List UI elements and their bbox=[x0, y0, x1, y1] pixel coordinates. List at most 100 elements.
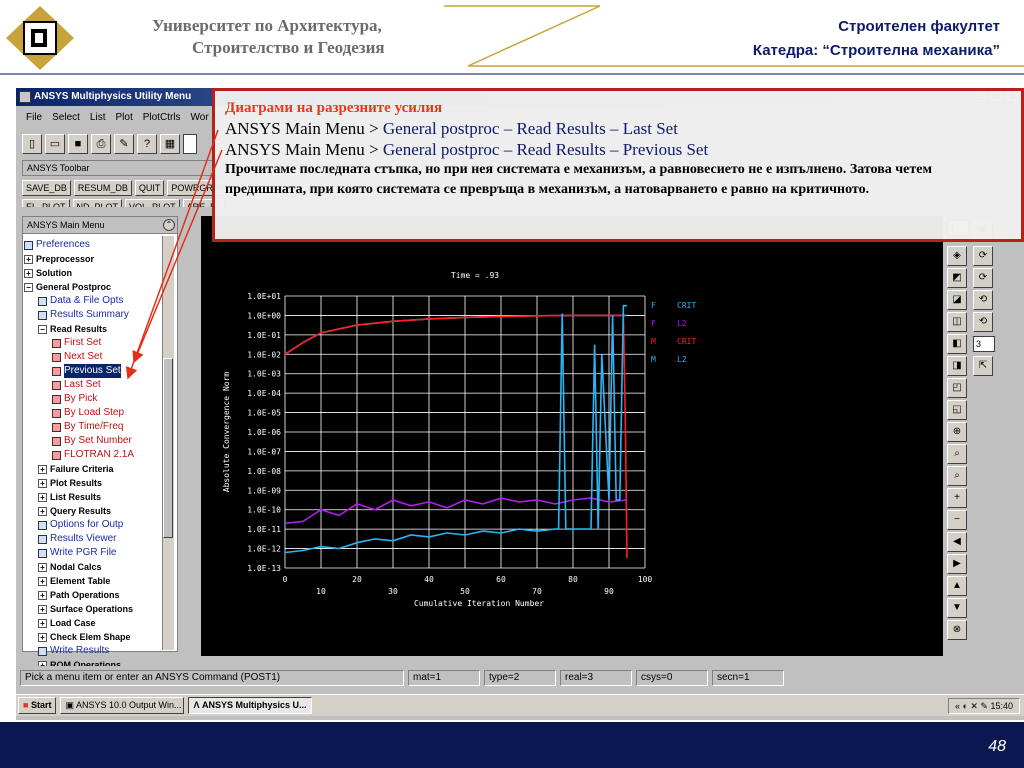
expand-icon[interactable]: + bbox=[38, 618, 47, 628]
pan-down-icon[interactable]: ▼ bbox=[947, 598, 967, 618]
expand-icon[interactable]: + bbox=[38, 632, 47, 642]
open-folder-icon[interactable]: ▭ bbox=[45, 134, 65, 154]
task-output-window[interactable]: ▣ ANSYS 10.0 Output Win... bbox=[60, 697, 185, 714]
print-icon[interactable]: ⎙ bbox=[91, 134, 111, 154]
main-menu-item[interactable]: Options for Outp bbox=[24, 518, 162, 532]
zoom-out-icon[interactable]: − bbox=[947, 510, 967, 530]
main-menu-item[interactable]: FLOTRAN 2.1A bbox=[24, 448, 162, 462]
main-menu-item[interactable]: + Check Elem Shape bbox=[24, 630, 162, 644]
standard-toolbar: ▯ ▭ ■ ⎙ ✎ ? ▦ bbox=[22, 134, 197, 156]
right-view-icon[interactable]: ◨ bbox=[947, 356, 967, 376]
collapse-tree-icon[interactable]: − bbox=[24, 282, 33, 292]
main-menu-item[interactable]: + Nodal Calcs bbox=[24, 560, 162, 574]
menu-workplane[interactable]: Wor bbox=[191, 112, 209, 128]
main-menu-item[interactable]: + Element Table bbox=[24, 574, 162, 588]
main-menu-item[interactable]: By Time/Freq bbox=[24, 420, 162, 434]
main-menu-item[interactable]: By Pick bbox=[24, 392, 162, 406]
graphics-window[interactable]: 1.0E+01 1.0E+00 1.0E-01 1.0E-02 1.0E-03 1.0E-… bbox=[201, 216, 943, 656]
box-zoom-icon[interactable]: ⌕ bbox=[947, 444, 967, 464]
main-menu-item[interactable]: − General Postproc bbox=[24, 280, 162, 294]
rate-select[interactable]: 3 bbox=[973, 336, 995, 352]
menu-select[interactable]: Select bbox=[52, 112, 80, 128]
menu-plot[interactable]: Plot bbox=[115, 112, 132, 128]
quit-button[interactable]: QUIT bbox=[134, 180, 165, 196]
oblique-view-icon[interactable]: ◱ bbox=[947, 400, 967, 420]
nd-plot-button[interactable]: ND_PLOT bbox=[72, 199, 123, 207]
resume-db-button[interactable]: RESUM_DB bbox=[73, 180, 132, 196]
expand-icon[interactable]: + bbox=[38, 604, 47, 614]
main-menu-item[interactable]: Last Set bbox=[24, 378, 162, 392]
pan-up-icon[interactable]: ▲ bbox=[947, 576, 967, 596]
main-menu-item[interactable]: + Query Results bbox=[24, 504, 162, 518]
main-menu-item[interactable]: Write PGR File bbox=[24, 546, 162, 560]
main-menu-item[interactable]: Data & File Opts bbox=[24, 294, 162, 308]
main-menu-item[interactable]: + Solution bbox=[24, 266, 162, 280]
expand-icon[interactable]: + bbox=[38, 590, 47, 600]
expand-icon[interactable]: + bbox=[38, 576, 47, 586]
rotate-y-icon[interactable]: ⟳ bbox=[973, 268, 993, 288]
main-menu-item[interactable]: + Preprocessor bbox=[24, 252, 162, 266]
iso-view-icon[interactable]: ◈ bbox=[947, 246, 967, 266]
menu-file[interactable]: File bbox=[26, 112, 42, 128]
expand-icon[interactable]: + bbox=[38, 478, 47, 488]
main-menu-item[interactable]: − Read Results bbox=[24, 322, 162, 336]
rotate-neg-icon[interactable]: ⟲ bbox=[973, 312, 993, 332]
task-utility-menu[interactable]: Λ ANSYS Multiphysics U... bbox=[188, 697, 313, 714]
slide-footer: 48 bbox=[0, 722, 1024, 768]
main-menu-item[interactable]: By Load Step bbox=[24, 406, 162, 420]
top-view-icon[interactable]: ◪ bbox=[947, 290, 967, 310]
main-menu-item[interactable]: + Failure Criteria bbox=[24, 462, 162, 476]
bottom-view-icon[interactable]: ◰ bbox=[947, 378, 967, 398]
main-menu-item[interactable]: Results Viewer bbox=[24, 532, 162, 546]
save-icon[interactable]: ■ bbox=[68, 134, 88, 154]
zoom-icon[interactable]: ⊕ bbox=[947, 422, 967, 442]
front-view-icon[interactable]: ◩ bbox=[947, 268, 967, 288]
reset-view-icon[interactable]: ⊗ bbox=[947, 620, 967, 640]
command-prompt[interactable]: Pick a menu item or enter an ANSYS Comma… bbox=[20, 670, 404, 686]
zoom-in-icon[interactable]: + bbox=[947, 488, 967, 508]
main-menu-item[interactable]: Previous Set bbox=[24, 364, 162, 378]
menu-list[interactable]: List bbox=[90, 112, 106, 128]
el-plot-button[interactable]: EL_PLOT bbox=[22, 199, 70, 207]
main-menu-item[interactable]: + Plot Results bbox=[24, 476, 162, 490]
main-menu-item[interactable]: + Surface Operations bbox=[24, 602, 162, 616]
expand-icon[interactable]: + bbox=[24, 268, 33, 278]
expand-icon[interactable]: + bbox=[38, 562, 47, 572]
rotate-x-icon[interactable]: ⟳ bbox=[973, 246, 993, 266]
pan-left-icon[interactable]: ◀ bbox=[947, 532, 967, 552]
new-file-icon[interactable]: ▯ bbox=[22, 134, 42, 154]
command-icon[interactable]: ▦ bbox=[160, 134, 180, 154]
left-view-icon[interactable]: ◧ bbox=[947, 334, 967, 354]
dynamic-mode-icon[interactable]: ⇱ bbox=[973, 356, 993, 376]
main-menu-item[interactable]: + Load Case bbox=[24, 616, 162, 630]
main-menu-item[interactable]: Write Results bbox=[24, 644, 162, 658]
save-db-button[interactable]: SAVE_DB bbox=[22, 180, 71, 196]
vol-plot-button[interactable]: VOL_PLOT bbox=[125, 199, 180, 207]
expand-icon[interactable]: + bbox=[38, 464, 47, 474]
back-view-icon[interactable]: ◫ bbox=[947, 312, 967, 332]
command-input[interactable] bbox=[183, 134, 197, 154]
main-menu-item[interactable]: Results Summary bbox=[24, 308, 162, 322]
main-menu-item-label: List Results bbox=[50, 492, 102, 502]
report-icon[interactable]: ✎ bbox=[114, 134, 134, 154]
collapse-tree-icon[interactable]: − bbox=[38, 324, 47, 334]
main-menu-item[interactable]: First Set bbox=[24, 336, 162, 350]
main-menu-item[interactable]: + Path Operations bbox=[24, 588, 162, 602]
help-icon[interactable]: ? bbox=[137, 134, 157, 154]
expand-icon[interactable]: + bbox=[38, 506, 47, 516]
main-menu-item[interactable]: Preferences bbox=[24, 238, 162, 252]
main-menu-item[interactable]: By Set Number bbox=[24, 434, 162, 448]
rotate-z-icon[interactable]: ⟲ bbox=[973, 290, 993, 310]
expand-icon[interactable]: + bbox=[38, 492, 47, 502]
pan-right-icon[interactable]: ▶ bbox=[947, 554, 967, 574]
main-menu-item[interactable]: + List Results bbox=[24, 490, 162, 504]
menu-item-icon bbox=[38, 296, 47, 306]
collapse-icon[interactable]: ⌃ bbox=[163, 219, 175, 231]
start-button[interactable]: ■ Start bbox=[18, 697, 57, 714]
main-menu-scroll-thumb[interactable] bbox=[163, 358, 173, 538]
main-menu-item[interactable]: Next Set bbox=[24, 350, 162, 364]
menu-plotctrls[interactable]: PlotCtrls bbox=[143, 112, 181, 128]
menu-item-icon bbox=[52, 352, 61, 362]
win-zoom-icon[interactable]: ⌕ bbox=[947, 466, 967, 486]
expand-icon[interactable]: + bbox=[24, 254, 33, 264]
